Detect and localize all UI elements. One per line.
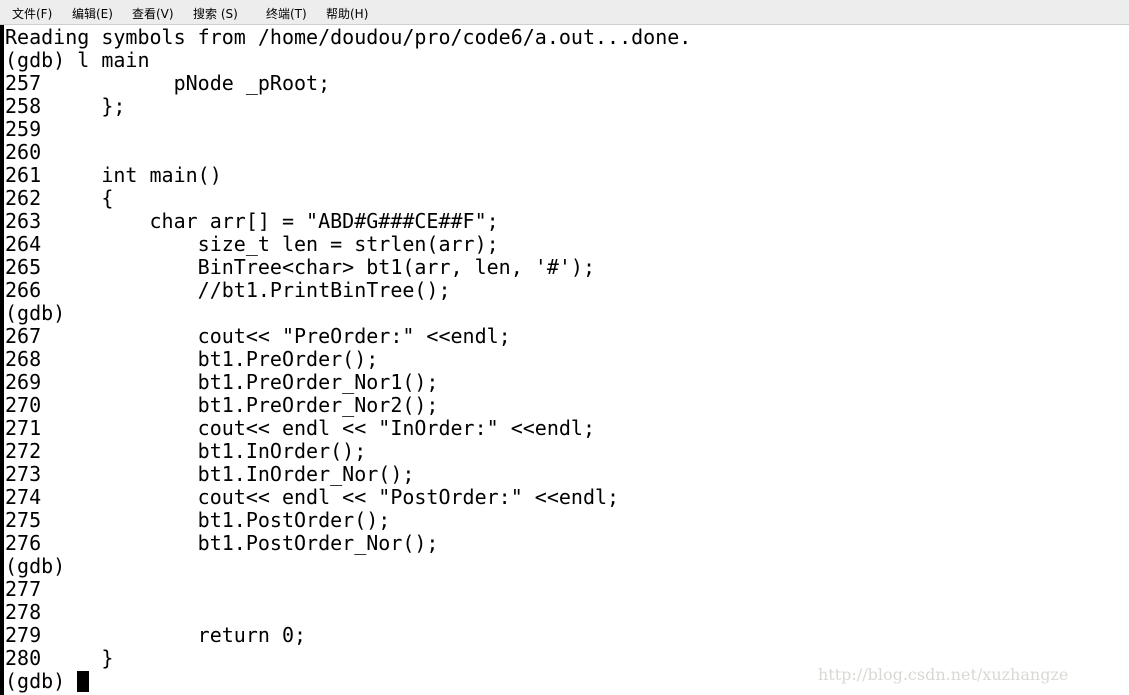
terminal-line: 266 //bt1.PrintBinTree(); (5, 278, 451, 302)
menu-file[interactable]: 文件(F) (12, 5, 52, 22)
menu-help[interactable]: 帮助(H) (326, 5, 368, 22)
gdb-prompt: (gdb) (5, 669, 78, 693)
terminal-line: (gdb) (5, 554, 66, 578)
terminal-line: (gdb) l main (5, 48, 150, 72)
terminal-line: 275 bt1.PostOrder(); (5, 508, 391, 532)
terminal-line: 268 bt1.PreOrder(); (5, 347, 379, 371)
terminal-line: 274 cout<< endl << "PostOrder:" <<endl; (5, 485, 620, 509)
terminal-line: 259 (5, 117, 42, 141)
terminal-line: (gdb) (5, 301, 66, 325)
watermark: http://blog.csdn.net/xuzhangze (818, 665, 1069, 684)
terminal-line: 269 bt1.PreOrder_Nor1(); (5, 370, 439, 394)
terminal-line: 265 BinTree<char> bt1(arr, len, '#'); (5, 255, 596, 279)
terminal-line: 258 }; (5, 94, 126, 118)
terminal-line: 276 bt1.PostOrder_Nor(); (5, 531, 439, 555)
terminal-line: 264 size_t len = strlen(arr); (5, 232, 499, 256)
menu-edit[interactable]: 编辑(E) (72, 5, 113, 22)
terminal-line: 263 char arr[] = "ABD#G###CE##F"; (5, 209, 499, 233)
window-edge (0, 25, 4, 695)
terminal-line: 272 bt1.InOrder(); (5, 439, 367, 463)
terminal-line: 273 bt1.InOrder_Nor(); (5, 462, 415, 486)
terminal-line: 260 (5, 140, 42, 164)
terminal-line: 271 cout<< endl << "InOrder:" <<endl; (5, 416, 596, 440)
terminal-line: 261 int main() (5, 163, 222, 187)
menu-bar: 文件(F) 编辑(E) 查看(V) 搜索 (S) 终端(T) 帮助(H) (0, 0, 1129, 25)
menu-search[interactable]: 搜索 (S) (193, 5, 238, 22)
text-cursor (77, 671, 90, 692)
terminal-line: 279 return 0; (5, 623, 307, 647)
terminal-line: Reading symbols from /home/doudou/pro/co… (5, 25, 692, 49)
terminal-line: 262 { (5, 186, 114, 210)
terminal-output[interactable]: Reading symbols from /home/doudou/pro/co… (5, 26, 1129, 693)
terminal-line: 270 bt1.PreOrder_Nor2(); (5, 393, 439, 417)
terminal-line: 277 (5, 577, 42, 601)
terminal-line: 278 (5, 600, 42, 624)
menu-terminal[interactable]: 终端(T) (266, 5, 307, 22)
terminal-line: 267 cout<< "PreOrder:" <<endl; (5, 324, 511, 348)
terminal-line: 257 pNode _pRoot; (5, 71, 331, 95)
menu-view[interactable]: 查看(V) (132, 5, 174, 22)
